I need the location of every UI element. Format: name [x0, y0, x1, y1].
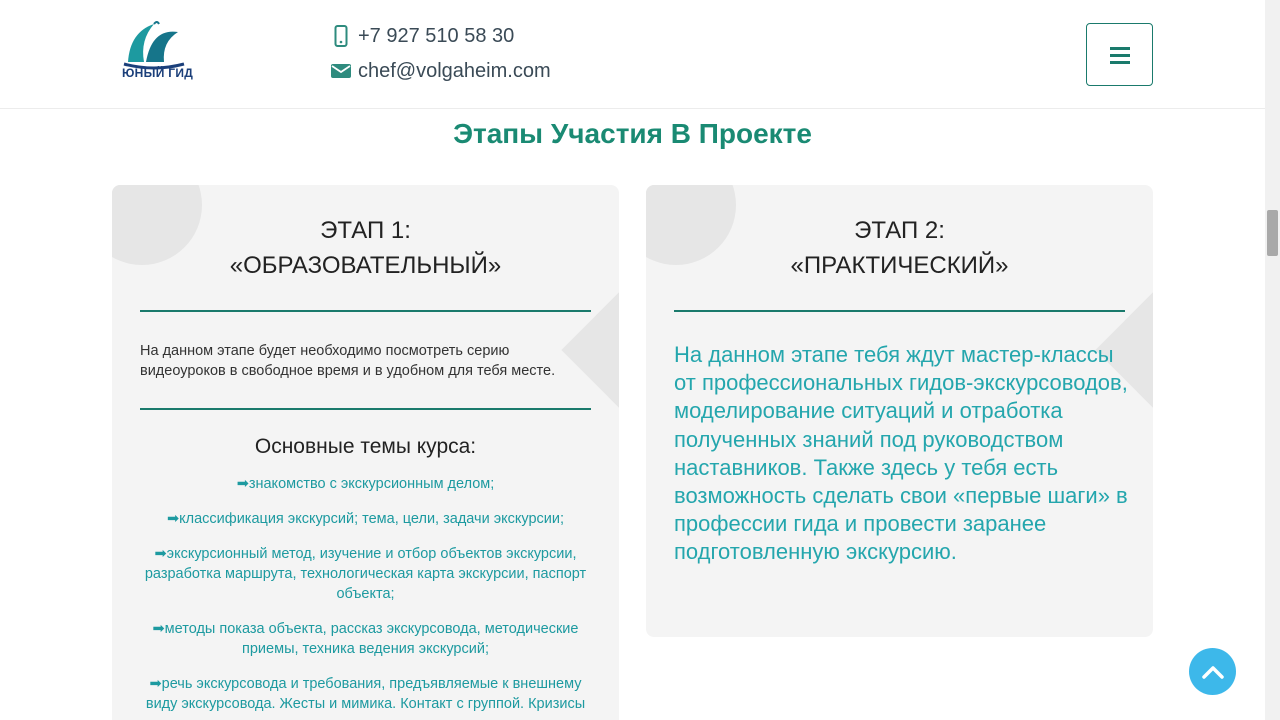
divider	[674, 310, 1125, 312]
stage-1-title: ЭТАП 1: «ОБРАЗОВАТЕЛЬНЫЙ»	[112, 213, 619, 283]
divider	[140, 408, 591, 410]
phone-contact[interactable]: +7 927 510 58 30	[330, 24, 514, 48]
stage-1-intro: На данном этапе будет необходимо посмотр…	[140, 343, 556, 379]
envelope-icon	[330, 59, 352, 83]
topics-list: ➡знакомство с экскурсионным делом; ➡клас…	[140, 474, 591, 720]
stage-1-title-line2: «ОБРАЗОВАТЕЛЬНЫЙ»	[229, 252, 502, 279]
list-item: ➡знакомство с экскурсионным делом;	[236, 476, 495, 492]
email-address[interactable]: chef@volgaheim.com	[358, 60, 551, 83]
list-item: ➡речь экскурсовода и требования, предъяв…	[145, 676, 586, 712]
hamburger-menu-icon	[1109, 46, 1130, 64]
phone-icon	[330, 24, 352, 48]
list-item: ➡классификация экскурсий; тема, цели, за…	[166, 511, 564, 527]
divider	[140, 310, 591, 312]
scrollbar[interactable]	[1265, 0, 1280, 720]
logo-text: ЮНЫЙ ГИД	[122, 66, 194, 80]
list-item: ➡методы показа объекта, рассказ экскурсо…	[152, 621, 579, 657]
stage-2-card: ЭТАП 2: «ПРАКТИЧЕСКИЙ» На данном этапе т…	[646, 185, 1153, 637]
scrollbar-thumb[interactable]	[1267, 210, 1278, 256]
menu-button[interactable]	[1086, 23, 1153, 86]
topics-title: Основные темы курса:	[254, 435, 477, 458]
stage-1-title-line1: ЭТАП 1:	[320, 217, 411, 244]
stage-1-card: ЭТАП 1: «ОБРАЗОВАТЕЛЬНЫЙ» На данном этап…	[112, 185, 619, 720]
phone-number[interactable]: +7 927 510 58 30	[358, 25, 514, 48]
email-contact[interactable]: chef@volgaheim.com	[330, 59, 551, 83]
chevron-up-icon	[1201, 665, 1224, 679]
stage-2-title-line2: «ПРАКТИЧЕСКИЙ»	[790, 252, 1009, 279]
stage-2-title-line1: ЭТАП 2:	[854, 217, 945, 244]
stage-2-text: На данном этапе тебя ждут мастер-классы …	[674, 342, 1128, 565]
scroll-to-top-button[interactable]	[1189, 648, 1236, 695]
site-header: ЮНЫЙ ГИД +7 927 510 58 30 chef@volgaheim…	[0, 0, 1265, 109]
list-item: ➡экскурсионный метод, изучение и отбор о…	[144, 546, 587, 602]
stage-2-title: ЭТАП 2: «ПРАКТИЧЕСКИЙ»	[646, 213, 1153, 283]
section-title: Этапы Участия В Проекте	[453, 118, 812, 149]
